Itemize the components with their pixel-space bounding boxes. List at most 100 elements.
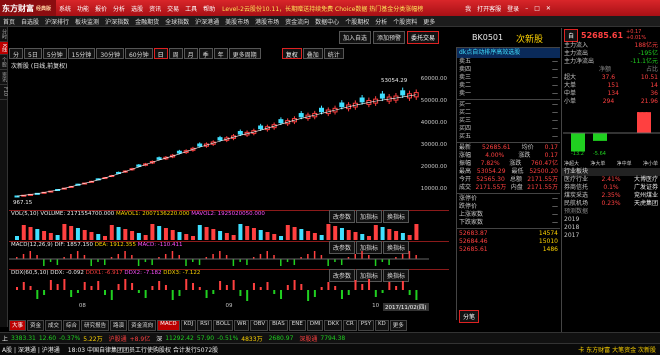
indicator-tab[interactable]: 资金流向 [128, 320, 157, 331]
ddx-bar [374, 290, 377, 297]
account-link[interactable]: 我 [462, 4, 474, 13]
indicator-tab[interactable]: KD [374, 320, 389, 331]
period-tab[interactable]: 分 [9, 48, 24, 59]
indicator-tab[interactable]: 大事 [9, 320, 27, 331]
fuquan-button[interactable]: 复权 [281, 48, 302, 59]
nav-data[interactable]: 数据中心 [312, 17, 342, 26]
login-link[interactable]: 登录 [504, 4, 522, 13]
tab-kline[interactable]: K线 [0, 42, 8, 56]
status-right[interactable]: 卡 东方财富 大笔资金 次新股 [578, 345, 656, 354]
nav-flow[interactable]: 资金流向 [282, 17, 312, 26]
nav-rank[interactable]: 沪深排行 [42, 17, 72, 26]
rank-row[interactable]: 煤炭采选 2.35% 兖州煤业 [562, 192, 660, 200]
menu-item[interactable]: 工具 [182, 4, 200, 13]
period-tab[interactable]: 季 [198, 48, 213, 59]
period-tab-daily[interactable]: 日 [153, 48, 168, 59]
tab-f10[interactable]: F10 [0, 85, 8, 100]
tab-ticks[interactable]: 分笔 [459, 310, 480, 323]
menu-item[interactable]: 分析 [110, 4, 128, 13]
nav-board[interactable]: 板块监测 [72, 17, 102, 26]
period-tab[interactable]: 周 [168, 48, 183, 59]
month-label: 08 [78, 303, 86, 309]
nav-analysis[interactable]: 分析 [372, 17, 390, 26]
indicator-tab[interactable]: ENE [288, 320, 306, 331]
sh-label: 上 [2, 335, 9, 343]
sz-index[interactable]: 11292.42 [165, 335, 194, 342]
menu-item[interactable]: 帮助 [200, 4, 218, 13]
maximize-icon[interactable]: □ [531, 5, 543, 12]
period-tab[interactable]: 60分钟 [124, 48, 153, 59]
minimize-icon[interactable]: – [522, 5, 531, 12]
rank-row[interactable]: 医疗行业 2.41% 大博医疗 [562, 176, 660, 184]
indicator-tab[interactable]: KDJ [180, 320, 197, 331]
menu-item[interactable]: 系统 [56, 4, 74, 13]
news-ticker[interactable]: 18:03 中国自律集团团员工行使购股权 合计发行5072股 [68, 345, 218, 354]
period-tab[interactable]: 5分钟 [42, 48, 67, 59]
tab-stock[interactable]: 个股 [0, 55, 8, 71]
indicator-tab[interactable]: 综合 [63, 320, 81, 331]
period-tab[interactable]: 30分钟 [96, 48, 124, 59]
candlestick-svg[interactable] [9, 68, 429, 208]
period-tab[interactable]: 月 [183, 48, 198, 59]
indicator-tab[interactable]: 路演 [110, 320, 128, 331]
macd-svg [9, 251, 429, 266]
overlay-button[interactable]: 叠加 [302, 48, 323, 59]
nav-global[interactable]: 全球指数 [162, 17, 192, 26]
ticker-scroll[interactable]: Level-2云股份10.11，长期赠送持续免费 Choice数据 热门基金分类… [222, 4, 462, 13]
menu-item[interactable]: 选股 [128, 4, 146, 13]
nav-options[interactable]: 个股期权 [342, 17, 372, 26]
indicator-tab[interactable]: 资金 [27, 320, 45, 331]
nav-connect[interactable]: 沪深港通 [192, 17, 222, 26]
indicator-tab[interactable]: 成交 [45, 320, 63, 331]
nav-index[interactable]: 沪深指数 [102, 17, 132, 26]
indicator-tab[interactable]: CR [343, 320, 357, 331]
indicator-tab[interactable]: BOLL [213, 320, 234, 331]
close-icon[interactable]: ✕ [543, 5, 554, 12]
nav-home[interactable]: 首页 [0, 17, 18, 26]
pct: 2.41% [601, 176, 621, 183]
cy-index[interactable]: 2680.97 [269, 335, 294, 342]
tab-news[interactable]: 资讯 [0, 70, 8, 86]
customer-service-link[interactable]: 打开客服 [474, 4, 504, 13]
indicator-tab[interactable]: BIAS [269, 320, 288, 331]
stat-button[interactable]: 统计 [323, 48, 344, 59]
flow-row: 主力流入 188亿元 [562, 42, 660, 50]
volume-bar [380, 227, 385, 240]
period-tab[interactable]: 5日 [24, 48, 42, 59]
indicator-tab[interactable]: 更多 [389, 320, 407, 331]
menu-item[interactable]: 交易 [164, 4, 182, 13]
value: — [552, 133, 558, 140]
indicator-tab[interactable]: DMI [306, 320, 324, 331]
menu-item[interactable]: 报价 [92, 4, 110, 13]
value: — [552, 219, 558, 226]
sh-index[interactable]: 3383.31 [11, 335, 36, 342]
indicator-tab[interactable]: OBV [250, 320, 269, 331]
period-tab[interactable]: 15分钟 [67, 48, 96, 59]
period-tab[interactable]: 年 [213, 48, 228, 59]
nav-more[interactable]: 更多 [420, 17, 438, 26]
market-links[interactable]: A股 | 深港通 | 沪港通 [2, 345, 60, 354]
indicator-tab[interactable]: PSY [357, 320, 374, 331]
menu-item[interactable]: 功能 [74, 4, 92, 13]
indicator-tab-macd[interactable]: MACD [157, 320, 180, 331]
rank-row[interactable]: 券商信托 0.1% 广发证券 [562, 184, 660, 192]
indicator-tab[interactable]: 研究报告 [81, 320, 110, 331]
nav-futures[interactable]: 金融期货 [132, 17, 162, 26]
kline-chart[interactable]: 次新股 (日线,前复权) 53054.29 967.15 60000.00 50… [9, 60, 449, 330]
nav-hk[interactable]: 港股市场 [252, 17, 282, 26]
favorite-button[interactable]: 自 [564, 28, 579, 42]
nav-watchlist[interactable]: 自选股 [18, 17, 42, 26]
add-watchlist-button[interactable]: 加入自选 [339, 31, 372, 44]
period-tab[interactable]: 更多周期 [228, 48, 261, 59]
tab-timeshare[interactable]: 分时 [0, 27, 8, 42]
promo-banner[interactable]: dk点自动排序高效选股 [457, 48, 560, 58]
indicator-tab[interactable]: DKX [324, 320, 343, 331]
nav-profile[interactable]: 个股资料 [390, 17, 420, 26]
indicator-tab[interactable]: RSI [197, 320, 213, 331]
nav-us[interactable]: 美股市场 [222, 17, 252, 26]
add-warning-button[interactable]: 添加预警 [373, 31, 406, 44]
rank-row[interactable]: 民航机场 0.23% 天虎集团 [562, 200, 660, 208]
trade-button[interactable]: 委托交易 [407, 31, 440, 44]
menu-item[interactable]: 资讯 [146, 4, 164, 13]
indicator-tab[interactable]: WR [234, 320, 250, 331]
